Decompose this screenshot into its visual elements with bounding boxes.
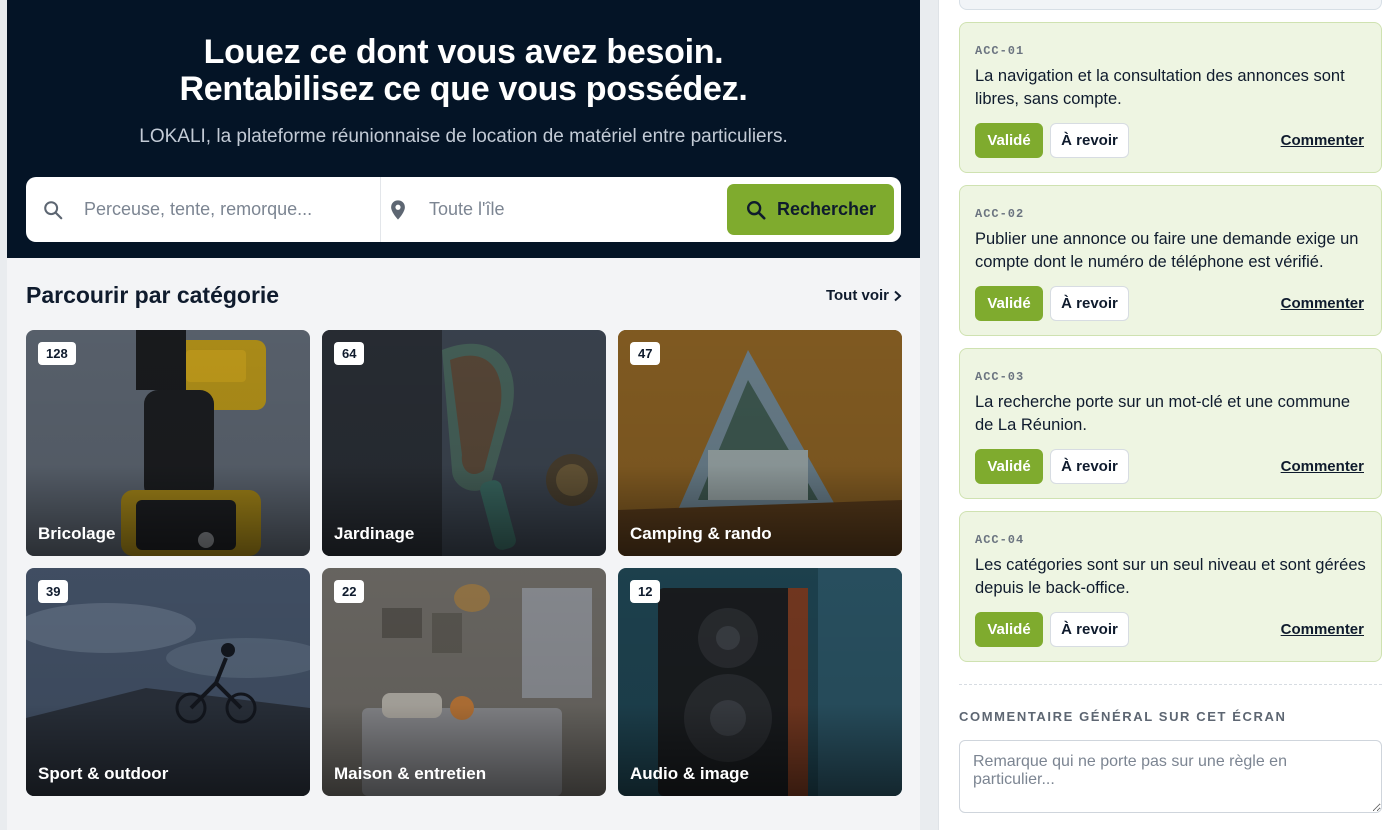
see-all-link[interactable]: Tout voir (826, 287, 902, 304)
search-bar: Rechercher (26, 177, 901, 242)
rule-id: ACC-02 (975, 207, 1025, 221)
review-again-button[interactable]: À revoir (1050, 286, 1129, 321)
category-card-audio[interactable]: 12 Audio & image (618, 568, 902, 796)
comment-link[interactable]: Commenter (1281, 621, 1364, 638)
see-all-label: Tout voir (825, 287, 889, 304)
general-comment-textarea[interactable] (959, 740, 1382, 813)
category-count: 22 (334, 580, 365, 603)
search-button[interactable]: Rechercher (727, 184, 894, 235)
category-count: 12 (630, 580, 661, 603)
category-label: Jardinage (334, 524, 415, 543)
category-card-bricolage[interactable]: 128 Bricolage (26, 330, 310, 556)
rule-card-acc-01: ACC-01 La navigation et la consultation … (959, 22, 1382, 173)
category-count: 128 (38, 342, 76, 365)
category-label: Maison & entretien (334, 764, 487, 783)
card-shade (26, 568, 310, 796)
card-shade (618, 330, 902, 556)
hero-title: Louez ce dont vous avez besoin. Rentabil… (7, 34, 920, 108)
category-label: Bricolage (38, 524, 116, 543)
category-label: Camping & rando (630, 524, 772, 543)
category-card-maison[interactable]: 22 Maison & entretien (322, 568, 606, 796)
card-shade (322, 568, 606, 796)
rule-text: La recherche porte sur un mot-clé et une… (975, 393, 1351, 434)
category-label: Sport & outdoor (38, 764, 169, 783)
query-field[interactable] (26, 177, 381, 242)
category-section-title: Parcourir par catégorie (26, 282, 280, 308)
category-label: Audio & image (630, 764, 750, 783)
validate-button[interactable]: Validé (975, 286, 1043, 321)
validate-button[interactable]: Validé (975, 612, 1043, 647)
category-card-jardinage[interactable]: 64 Jardinage (322, 330, 606, 556)
category-card-sport[interactable]: 39 Sport & outdoor (26, 568, 310, 796)
card-shade (618, 568, 902, 796)
search-input[interactable] (84, 199, 344, 220)
review-again-button[interactable]: À revoir (1050, 612, 1129, 647)
category-grid: 128 Bricolage 64 Jardinage 47 Camping & … (26, 330, 902, 796)
location-input[interactable] (429, 199, 689, 220)
comment-link[interactable]: Commenter (1281, 132, 1364, 149)
category-card-camping[interactable]: 47 Camping & rando (618, 330, 902, 556)
rule-id: ACC-03 (975, 370, 1025, 384)
hero-banner: Louez ce dont vous avez besoin. Rentabil… (7, 0, 920, 258)
rule-id: ACC-01 (975, 44, 1025, 58)
review-panel: ACC-01 La navigation et la consultation … (938, 0, 1400, 830)
category-count: 39 (38, 580, 69, 603)
location-pin-icon (391, 199, 405, 220)
rule-text: La navigation et la consultation des ann… (975, 67, 1345, 108)
section-divider (959, 684, 1382, 685)
previous-card-stub (959, 0, 1382, 10)
search-button-label: Rechercher (776, 199, 877, 219)
rule-id: ACC-04 (975, 533, 1025, 547)
category-count: 47 (630, 342, 661, 365)
validate-button[interactable]: Validé (975, 449, 1043, 484)
general-comment-label: COMMENTAIRE GÉNÉRAL SUR CET ÉCRAN (959, 709, 1287, 724)
rule-text: Les catégories sont sur un seul niveau e… (975, 556, 1366, 597)
validate-button[interactable]: Validé (975, 123, 1043, 158)
hero-subtitle: LOKALI, la plateforme réunionnaise de lo… (139, 126, 788, 147)
review-again-button[interactable]: À revoir (1050, 123, 1129, 158)
chevron-right-icon (894, 290, 902, 301)
rule-card-acc-04: ACC-04 Les catégories sont sur un seul n… (959, 511, 1382, 662)
review-again-button[interactable]: À revoir (1050, 449, 1129, 484)
hero-title-line2: Rentabilisez ce que vous possédez. (179, 70, 748, 108)
search-icon (746, 200, 766, 220)
rule-text: Publier une annonce ou faire une demande… (975, 230, 1359, 271)
category-section-header: Parcourir par catégorie Tout voir (26, 282, 902, 309)
search-icon (44, 200, 63, 219)
hero-title-line1: Louez ce dont vous avez besoin. (203, 33, 724, 71)
card-shade (322, 330, 606, 556)
category-count: 64 (334, 342, 365, 365)
site-preview: Louez ce dont vous avez besoin. Rentabil… (7, 0, 920, 830)
rule-card-acc-02: ACC-02 Publier une annonce ou faire une … (959, 185, 1382, 336)
comment-link[interactable]: Commenter (1281, 295, 1364, 312)
comment-link[interactable]: Commenter (1281, 458, 1364, 475)
rule-card-acc-03: ACC-03 La recherche porte sur un mot-clé… (959, 348, 1382, 499)
